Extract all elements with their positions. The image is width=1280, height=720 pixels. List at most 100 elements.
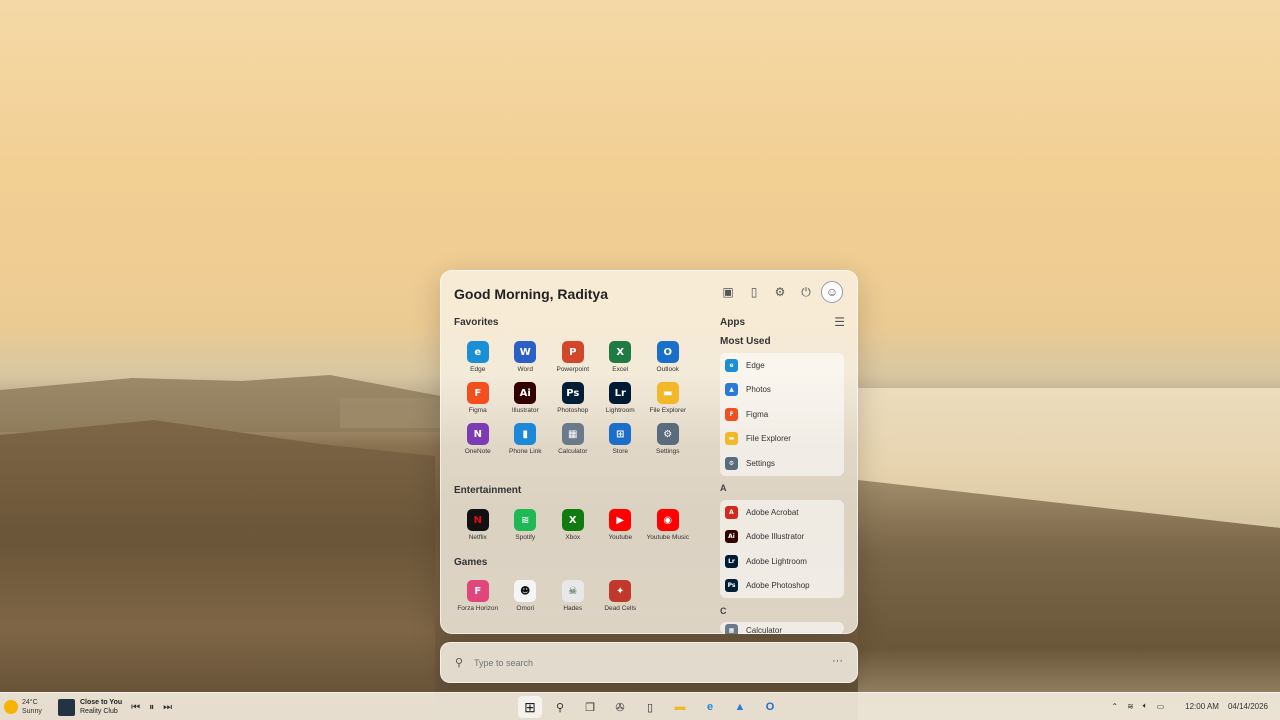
app-tile-label: Youtube Music — [646, 534, 689, 541]
c-apps-list: ▦ Calculator — [720, 622, 844, 634]
list-view-icon[interactable]: ☰ — [834, 315, 845, 329]
search-input[interactable] — [474, 654, 794, 672]
list-item[interactable]: e Edge — [720, 353, 844, 378]
phone-link-button[interactable]: ▯ — [638, 696, 662, 718]
folder-icon: ▬ — [725, 432, 738, 446]
list-item[interactable]: F Figma — [720, 402, 844, 427]
edge-icon: e — [466, 341, 489, 363]
app-tile[interactable]: ◉ Youtube Music — [644, 509, 692, 541]
app-tile[interactable]: ≋ Spotify — [502, 509, 550, 541]
app-tile-label: Forza Horizon — [457, 605, 499, 612]
taskbar-apps: ⊞ ⚲ ❐ ✇ ▯ ▬ e ▲ O — [518, 696, 782, 718]
outlook-icon: O — [656, 341, 679, 363]
list-item[interactable]: ▬ File Explorer — [720, 427, 844, 452]
file-explorer-button[interactable]: ▬ — [668, 696, 692, 718]
more-options-icon[interactable]: ··· — [832, 655, 843, 667]
list-item[interactable]: ▲ Photos — [720, 378, 844, 403]
outlook-icon: O — [765, 701, 775, 713]
copilot-button[interactable]: ✇ — [608, 696, 632, 718]
system-tray: ⌃ ≋ 🔈︎ ▭ 12:00 AM 04/14/2026 — [1111, 701, 1268, 711]
windows-icon: ⊞ — [524, 698, 536, 715]
list-item-label: Settings — [746, 458, 775, 468]
app-tile[interactable]: ▮ Phone Link — [502, 423, 550, 455]
clock-date[interactable]: 04/14/2026 — [1228, 702, 1268, 711]
app-tile[interactable]: Ps Photoshop — [549, 382, 597, 414]
edge-button[interactable]: e — [698, 696, 722, 718]
gear-icon[interactable]: ⚙ — [769, 281, 791, 303]
list-item-label: File Explorer — [746, 434, 791, 444]
song-title: Close to You — [80, 699, 123, 706]
app-tile[interactable]: ☻ Omori — [502, 580, 550, 612]
document-icon[interactable]: ▯ — [743, 281, 765, 303]
list-item[interactable]: A Adobe Acrobat — [720, 500, 844, 525]
app-tile-label: Outlook — [656, 366, 679, 373]
app-tile-label: Store — [612, 448, 629, 455]
battery-icon[interactable]: ▭ — [1157, 702, 1165, 711]
list-item-label: Adobe Illustrator — [746, 532, 805, 542]
powerpoint-icon: P — [561, 341, 584, 363]
app-tile[interactable]: ▬ File Explorer — [644, 382, 692, 414]
app-tile[interactable]: W Word — [502, 341, 550, 373]
app-tile-label: Hades — [563, 605, 583, 612]
photoshop-icon: Ps — [561, 382, 584, 404]
start-menu: Good Morning, Raditya ▣ ▯ ⚙ ⏻ ☺ Favorite… — [440, 270, 858, 634]
pause-icon[interactable]: ⏸ — [149, 702, 154, 713]
power-icon[interactable]: ⏻ — [795, 281, 817, 303]
app-tile[interactable]: Lr Lightroom — [597, 382, 645, 414]
app-tile[interactable]: ✦ Dead Cells — [597, 580, 645, 612]
list-item[interactable]: Lr Adobe Lightroom — [720, 549, 844, 574]
app-tile[interactable]: F Forza Horizon — [454, 580, 502, 612]
app-tile[interactable]: ⊞ Store — [597, 423, 645, 455]
app-tile[interactable]: ⚙ Settings — [644, 423, 692, 455]
next-icon[interactable]: ⏭ — [163, 702, 172, 713]
app-tile[interactable]: O Outlook — [644, 341, 692, 373]
task-view-button[interactable]: ❐ — [578, 696, 602, 718]
figma-icon: F — [725, 407, 738, 421]
dead-cells-icon: ✦ — [609, 580, 632, 602]
app-tile-label: Calculator — [558, 448, 588, 455]
list-item-label: Calculator — [746, 625, 783, 634]
excel-icon: X — [609, 341, 632, 363]
phone-icon: ▯ — [646, 701, 654, 714]
clock-time[interactable]: 12:00 AM — [1185, 702, 1219, 711]
app-tile[interactable]: Ai Illustrator — [502, 382, 550, 414]
weather-widget[interactable]: 24°C Sunny — [4, 698, 42, 716]
wifi-icon[interactable]: ≋ — [1127, 702, 1134, 711]
list-item[interactable]: Ps Adobe Photoshop — [720, 574, 844, 599]
app-tile-label: Dead Cells — [604, 605, 637, 612]
omori-icon: ☻ — [514, 580, 537, 602]
header-actions: ▣ ▯ ⚙ ⏻ ☺ — [717, 281, 843, 303]
list-item[interactable]: ⚙ Settings — [720, 451, 844, 476]
search-bar[interactable]: ⚲ ··· — [440, 642, 858, 683]
list-item-label: Adobe Lightroom — [746, 556, 807, 566]
calculator-icon: ▦ — [561, 423, 584, 445]
pictures-icon[interactable]: ▣ — [717, 281, 739, 303]
app-tile[interactable]: P Powerpoint — [549, 341, 597, 373]
spotify-icon: ≋ — [514, 509, 537, 531]
app-tile[interactable]: ☠ Hades — [549, 580, 597, 612]
app-tile[interactable]: X Excel — [597, 341, 645, 373]
avatar[interactable]: ☺ — [821, 281, 843, 303]
outlook-button[interactable]: O — [758, 696, 782, 718]
list-item[interactable]: ▦ Calculator — [720, 622, 844, 634]
lightroom-icon: Lr — [725, 554, 738, 568]
app-tile[interactable]: F Figma — [454, 382, 502, 414]
app-tile-label: Xbox — [565, 534, 581, 541]
app-tile[interactable]: N Netflix — [454, 509, 502, 541]
previous-icon[interactable]: ⏮ — [131, 702, 140, 713]
photos-button[interactable]: ▲ — [728, 696, 752, 718]
app-tile[interactable]: e Edge — [454, 341, 502, 373]
app-tile[interactable]: ▶ Youtube — [597, 509, 645, 541]
app-tile-label: Netflix — [468, 534, 487, 541]
app-tile[interactable]: X Xbox — [549, 509, 597, 541]
volume-icon[interactable]: 🔈︎ — [1143, 701, 1148, 711]
app-tile-label: Excel — [612, 366, 629, 373]
list-item[interactable]: Ai Adobe Illustrator — [720, 525, 844, 550]
start-button[interactable]: ⊞ — [518, 696, 542, 718]
app-tile[interactable]: N OneNote — [454, 423, 502, 455]
app-tile[interactable]: ▦ Calculator — [549, 423, 597, 455]
chevron-up-icon[interactable]: ⌃ — [1111, 702, 1118, 711]
onenote-icon: N — [466, 423, 489, 445]
search-button[interactable]: ⚲ — [548, 696, 572, 718]
forza-horizon-icon: F — [466, 580, 489, 602]
